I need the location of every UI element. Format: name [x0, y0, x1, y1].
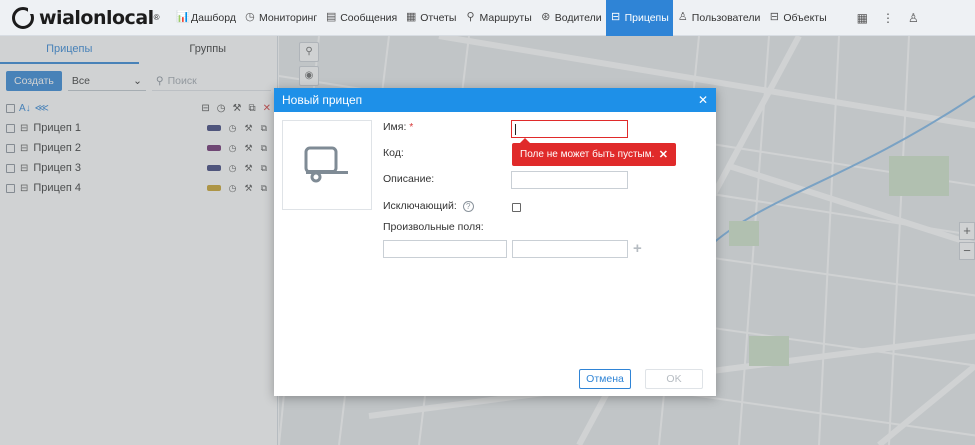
name-label: Имя: *	[383, 121, 414, 133]
dialog-header: Новый прицеп ✕	[274, 88, 716, 112]
reports-icon: ▦	[405, 11, 417, 23]
nav-item-7[interactable]: ♙ Пользователи	[673, 0, 765, 36]
nav-item-3[interactable]: ▦ Отчеты	[401, 0, 460, 36]
exclusive-label: Исключающий:?	[383, 200, 474, 212]
nav-item-label: Дашборд	[191, 11, 236, 24]
logo-mark-icon	[12, 6, 35, 29]
trailer-image[interactable]	[282, 120, 372, 210]
add-field-icon[interactable]: +	[633, 240, 642, 257]
code-label: Код:	[383, 147, 404, 159]
ok-button[interactable]: OK	[645, 369, 703, 389]
nav-tools: ▦ ⋮ ♙	[857, 11, 919, 25]
nav-item-label: Маршруты	[479, 11, 532, 24]
trailers-icon: ⊟	[610, 11, 621, 23]
nav-item-label: Отчеты	[420, 11, 457, 24]
nav-item-1[interactable]: ◷ Мониторинг	[240, 0, 321, 36]
users-icon: ♙	[677, 11, 688, 23]
routes-icon: ⚲	[466, 11, 475, 23]
description-label: Описание:	[383, 173, 435, 185]
dashboard-icon: 📊	[176, 11, 190, 23]
error-tooltip: Поле не может быть пустым. ✕	[512, 138, 676, 166]
logo-text: wialonlocal	[39, 6, 154, 29]
messages-icon: ▤	[325, 11, 337, 23]
nav-item-label: Прицепы	[624, 11, 669, 24]
name-input[interactable]	[511, 120, 628, 138]
cancel-button[interactable]: Отмена	[579, 369, 631, 389]
nav-item-4[interactable]: ⚲ Маршруты	[460, 0, 535, 36]
exclusive-checkbox[interactable]	[512, 203, 521, 212]
nav-item-5[interactable]: ⊛ Водители	[536, 0, 606, 36]
user-account-icon[interactable]: ♙	[908, 11, 919, 25]
nav-item-label: Сообщения	[340, 11, 398, 24]
nav-item-label: Пользователи	[691, 11, 761, 24]
text-caret	[515, 124, 516, 135]
main-menu: 📊 Дашборд ◷ Мониторинг ▤ Сообщения ▦ Отчеты ⚲ Мар…	[172, 0, 831, 36]
custom-fields-label: Произвольные поля:	[383, 221, 484, 233]
nav-item-8[interactable]: ⊟ Объекты	[764, 0, 830, 36]
trailer-icon	[304, 146, 348, 183]
custom-field-name-input[interactable]	[383, 240, 507, 258]
nav-item-label: Объекты	[783, 11, 827, 24]
app-logo[interactable]: wialonlocal ®	[0, 0, 172, 36]
close-icon[interactable]: ✕	[698, 93, 708, 107]
custom-field-value-input[interactable]	[512, 240, 628, 258]
nav-item-label: Водители	[554, 11, 602, 24]
new-trailer-dialog: Новый прицеп ✕ Имя: * Поле не может быть…	[274, 88, 716, 396]
nav-item-2[interactable]: ▤ Сообщения	[321, 0, 401, 36]
nav-item-6[interactable]: ⊟ Прицепы	[605, 0, 673, 36]
error-close-icon[interactable]: ✕	[659, 148, 668, 161]
error-message: Поле не может быть пустым.	[520, 149, 655, 160]
nav-item-label: Мониторинг	[258, 11, 318, 24]
apps-grid-icon[interactable]: ▦	[857, 11, 868, 25]
more-menu-icon[interactable]: ⋮	[882, 11, 894, 25]
help-icon[interactable]: ?	[462, 200, 474, 212]
top-navigation-bar: wialonlocal ® 📊 Дашборд ◷ Мониторинг ▤ Сообще…	[0, 0, 975, 36]
monitoring-icon: ◷	[245, 11, 255, 23]
drivers-icon: ⊛	[541, 11, 551, 23]
units-icon: ⊟	[769, 11, 779, 23]
nav-item-0[interactable]: 📊 Дашборд	[172, 0, 240, 36]
description-input[interactable]	[511, 171, 628, 189]
dialog-title: Новый прицеп	[282, 93, 363, 107]
